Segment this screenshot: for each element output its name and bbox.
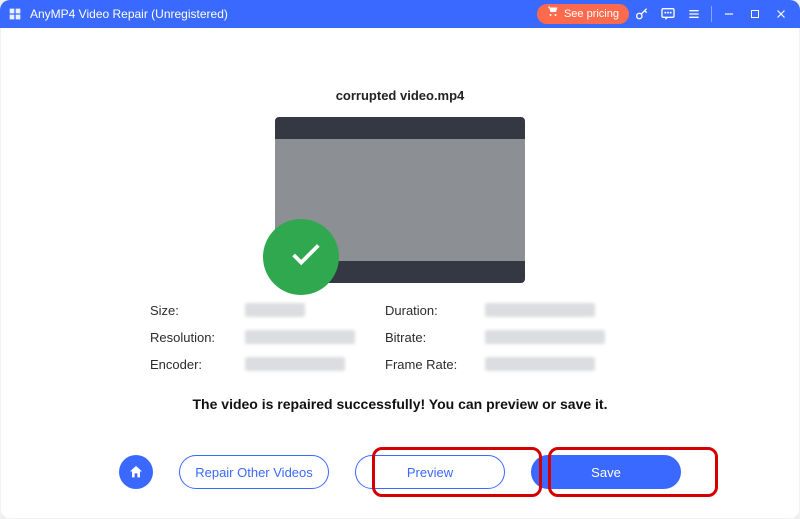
- home-button[interactable]: [119, 455, 153, 489]
- repair-other-videos-button[interactable]: Repair Other Videos: [179, 455, 329, 489]
- meta-resolution-label: Resolution:: [150, 330, 245, 347]
- success-message: The video is repaired successfully! You …: [16, 396, 784, 412]
- app-window: AnyMP4 Video Repair (Unregistered) See p…: [0, 0, 800, 519]
- preview-label: Preview: [407, 465, 453, 480]
- see-pricing-label: See pricing: [564, 4, 619, 24]
- app-logo-icon: [6, 5, 24, 23]
- save-button[interactable]: Save: [531, 455, 681, 489]
- meta-encoder-label: Encoder:: [150, 357, 245, 374]
- meta-framerate-value: [485, 357, 625, 374]
- close-button[interactable]: [768, 0, 794, 28]
- meta-bitrate-label: Bitrate:: [385, 330, 485, 347]
- titlebar-divider: [711, 6, 712, 22]
- meta-framerate-label: Frame Rate:: [385, 357, 485, 374]
- save-label: Save: [591, 465, 621, 480]
- preview-button[interactable]: Preview: [355, 455, 505, 489]
- meta-duration-value: [485, 303, 625, 320]
- key-icon[interactable]: [629, 0, 655, 28]
- action-bar: Repair Other Videos Preview Save: [16, 455, 784, 489]
- see-pricing-button[interactable]: See pricing: [537, 4, 629, 24]
- repair-other-label: Repair Other Videos: [195, 465, 313, 480]
- meta-resolution-value: [245, 330, 385, 347]
- meta-duration-label: Duration:: [385, 303, 485, 320]
- meta-size-label: Size:: [150, 303, 245, 320]
- success-check-icon: [263, 219, 339, 295]
- video-thumbnail: [275, 117, 525, 283]
- maximize-button[interactable]: [742, 0, 768, 28]
- file-name: corrupted video.mp4: [16, 88, 784, 103]
- meta-encoder-value: [245, 357, 385, 374]
- meta-size-value: [245, 303, 385, 320]
- titlebar: AnyMP4 Video Repair (Unregistered) See p…: [0, 0, 800, 28]
- app-title: AnyMP4 Video Repair (Unregistered): [30, 7, 228, 21]
- feedback-icon[interactable]: [655, 0, 681, 28]
- content-area: corrupted video.mp4 Size: Duration: Reso…: [16, 36, 784, 503]
- cart-icon: [547, 4, 559, 24]
- video-metadata: Size: Duration: Resolution: Bitrate: Enc…: [150, 303, 650, 374]
- meta-bitrate-value: [485, 330, 625, 347]
- minimize-button[interactable]: [716, 0, 742, 28]
- menu-icon[interactable]: [681, 0, 707, 28]
